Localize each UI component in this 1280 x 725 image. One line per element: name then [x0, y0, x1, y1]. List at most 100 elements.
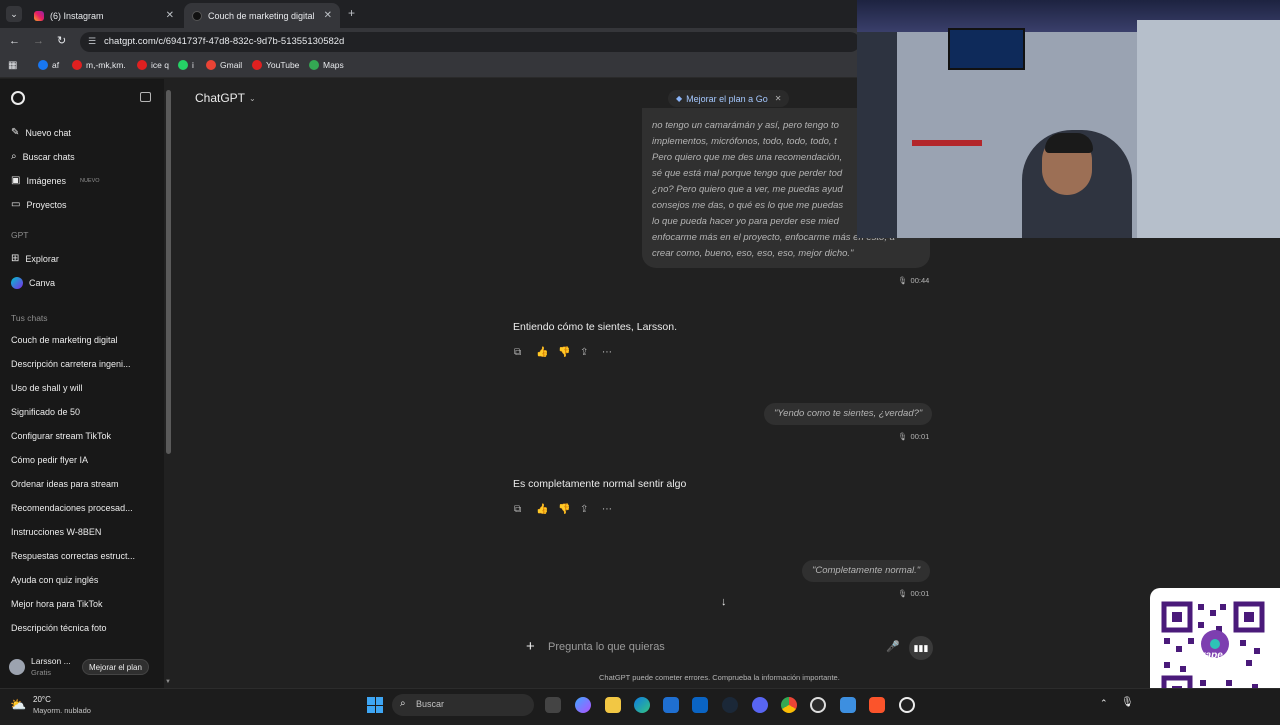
sidebar-chat-item[interactable]: Instrucciones W-8BEN [11, 527, 151, 537]
taskbar-search[interactable]: ⌕ Buscar [392, 694, 534, 716]
assistant-message: Es completamente normal sentir algo [513, 478, 687, 490]
sidebar-chat-item[interactable]: Mejor hora para TikTok [11, 599, 151, 609]
sidebar-item-canva[interactable]: Canva [11, 277, 55, 289]
tab-list-button[interactable]: ⌄ [6, 6, 22, 22]
sidebar-scroll-thumb[interactable] [166, 90, 171, 454]
sidebar-chat-item[interactable]: Recomendaciones procesad... [11, 503, 151, 513]
outlook-icon[interactable] [692, 697, 708, 713]
task-view-icon[interactable] [545, 697, 561, 713]
sidebar: ✎ Nuevo chat ⌕ Buscar chats ▣ Imágenes N… [0, 79, 164, 688]
chevron-down-icon: ⌄ [249, 93, 256, 103]
file-explorer-icon[interactable] [605, 697, 621, 713]
edge-icon[interactable] [634, 697, 650, 713]
bookmark-item[interactable]: Maps [309, 60, 344, 70]
close-sidebar-icon[interactable] [140, 92, 151, 102]
upgrade-plan-button[interactable]: Mejorar el plan [82, 659, 149, 675]
right-wall [1137, 20, 1280, 238]
close-tab-icon[interactable]: ✕ [324, 10, 332, 21]
tab-instagram[interactable]: (6) Instagram ✕ [26, 3, 182, 28]
sidebar-chat-item[interactable]: Ordenar ideas para stream [11, 479, 151, 489]
address-bar[interactable]: ☰ chatgpt.com/c/6941737f-47d8-832c-9d7b-… [80, 32, 860, 52]
store-icon[interactable] [663, 697, 679, 713]
thumbs-down-icon[interactable]: 👎 [558, 347, 570, 359]
plus-icon[interactable]: + [526, 638, 535, 655]
copilot-icon[interactable] [575, 697, 591, 713]
steam-icon[interactable] [722, 697, 738, 713]
microphone-icon[interactable]: 🎤 [886, 640, 900, 653]
bookmark-favicon-icon [72, 60, 82, 70]
voice-duration: 00:01 [910, 432, 930, 441]
thumbs-down-icon[interactable]: 👎 [558, 504, 570, 516]
assistant-message: Entiendo cómo te sientes, Larsson. [513, 321, 678, 333]
bookmark-item[interactable]: YouTube [252, 60, 299, 70]
sidebar-chat-item[interactable]: Respuestas correctas estruct... [11, 551, 151, 561]
more-icon[interactable]: ⋯ [602, 504, 614, 516]
bookmark-item[interactable]: m,-mk,km. [72, 60, 126, 70]
site-info-icon[interactable]: ☰ [88, 36, 96, 47]
copy-icon[interactable]: ⧉ [514, 504, 526, 516]
sidebar-chat-item[interactable]: Uso de shall y will [11, 383, 151, 393]
tray-microphone-icon[interactable]: 🎙 [1121, 697, 1134, 708]
sidebar-chat-item[interactable]: Couch de marketing digital [11, 335, 151, 345]
bookmark-item[interactable]: ice q [137, 60, 169, 70]
sidebar-item-images[interactable]: ▣ Imágenes NUEVO [11, 175, 100, 186]
sidebar-item-explore[interactable]: ⊞ Explorar [11, 253, 59, 264]
discord-icon[interactable] [752, 697, 768, 713]
chatgpt-tab-icon [192, 10, 202, 21]
tray-chevron-up-icon[interactable]: ⌃ [1100, 698, 1108, 709]
sidebar-chat-item[interactable]: Ayuda con quiz inglés [11, 575, 151, 585]
sidebar-chat-item[interactable]: Descripción técnica foto [11, 623, 151, 633]
obs-icon[interactable] [810, 697, 826, 713]
voice-mode-button[interactable]: ▮▮▮ [909, 636, 933, 660]
voice-meta: 🎙 00:44 [898, 276, 929, 285]
bookmark-label: ice q [151, 60, 169, 70]
user-message-text: "Completamente normal." [812, 565, 921, 576]
bookmark-favicon-icon [38, 60, 48, 70]
upgrade-pill[interactable]: ◆ Mejorar el plan a Go ✕ [668, 90, 790, 107]
share-icon[interactable]: ⇪ [580, 504, 592, 516]
copy-icon[interactable]: ⧉ [514, 347, 526, 359]
sidebar-chat-item[interactable]: Cómo pedir flyer IA [11, 455, 151, 465]
user-profile[interactable]: Larsson ... Gratis [9, 656, 89, 680]
sidebar-chat-item[interactable]: Significado de 50 [11, 407, 151, 417]
bookmark-favicon-icon [206, 60, 216, 70]
sidebar-item-label: Explorar [25, 253, 59, 264]
bookmark-item[interactable]: af [38, 60, 59, 70]
thumbs-up-icon[interactable]: 👍 [536, 504, 548, 516]
share-icon[interactable]: ⇪ [580, 347, 592, 359]
chrome-icon[interactable] [781, 697, 797, 713]
scroll-to-bottom-icon[interactable]: ↓ [721, 596, 727, 608]
new-tab-button[interactable]: + [348, 6, 355, 20]
sidebar-chat-item[interactable]: Configurar stream TikTok [11, 431, 151, 441]
scroll-down-arrow-icon[interactable]: ▼ [165, 679, 171, 685]
capcut-icon[interactable] [899, 697, 915, 713]
sidebar-item-search-chats[interactable]: ⌕ Buscar chats [11, 151, 75, 162]
close-tab-icon[interactable]: ✕ [166, 10, 174, 21]
bookmark-favicon-icon [137, 60, 147, 70]
search-icon: ⌕ [400, 698, 406, 709]
brave-icon[interactable] [869, 697, 885, 713]
bookmark-item[interactable]: Gmail [206, 60, 242, 70]
sidebar-item-label: Imágenes [26, 175, 66, 186]
close-icon[interactable]: ✕ [775, 94, 782, 103]
instagram-icon [34, 10, 44, 21]
more-icon[interactable]: ⋯ [602, 347, 614, 359]
thumbs-up-icon[interactable]: 👍 [536, 347, 548, 359]
tab-chatgpt[interactable]: Couch de marketing digital ✕ [184, 3, 340, 28]
user-message-line: crear como, bueno, eso, eso, eso, mejor … [652, 248, 854, 259]
sidebar-chat-item[interactable]: Descripción carretera ingeni... [11, 359, 151, 369]
apps-icon[interactable]: ▦ [8, 60, 17, 71]
bookmark-item[interactable]: i [178, 60, 194, 70]
sidebar-item-new-chat[interactable]: ✎ Nuevo chat [11, 127, 71, 138]
openai-logo-icon[interactable] [11, 91, 25, 105]
sidebar-item-projects[interactable]: ▭ Proyectos [11, 199, 66, 210]
forward-icon[interactable]: → [33, 35, 44, 47]
chatgpt-app-icon[interactable] [840, 697, 856, 713]
reload-icon[interactable]: ↻ [57, 34, 66, 47]
windows-start-icon[interactable] [367, 697, 383, 713]
bookmark-label: i [192, 60, 194, 70]
weather-widget[interactable]: ⛅ 20°C Mayorm. nublado [10, 693, 110, 717]
back-icon[interactable]: ← [9, 35, 20, 47]
prompt-input[interactable]: Pregunta lo que quieras [548, 641, 665, 653]
model-selector[interactable]: ChatGPT ⌄ [195, 91, 256, 105]
